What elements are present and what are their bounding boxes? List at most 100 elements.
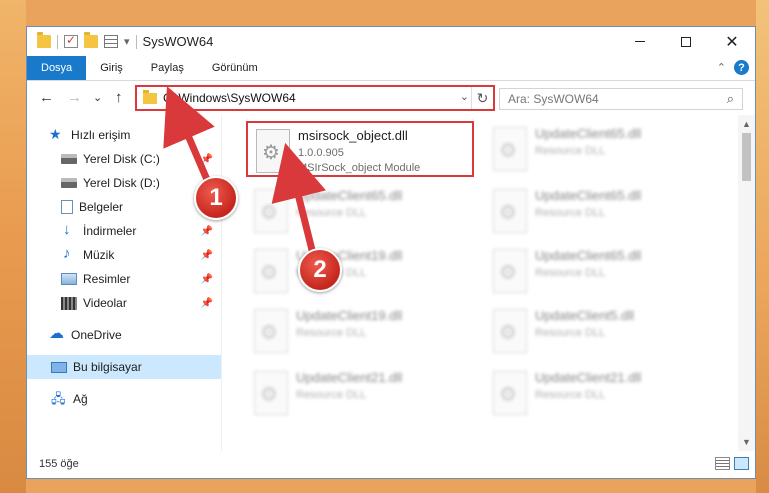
file-tile[interactable]: UpdateClient21.dll Resource DLL bbox=[485, 365, 713, 421]
tab-home[interactable]: Giriş bbox=[86, 56, 137, 80]
nav-item-local-disk-c[interactable]: Yerel Disk (C:) 📌 bbox=[27, 147, 221, 171]
maximize-icon bbox=[681, 36, 691, 47]
file-name: msirsock_object.dll bbox=[298, 128, 408, 143]
address-path: C:\Windows\SysWOW64 bbox=[163, 91, 296, 105]
ribbon-tabs: Dosya Giriş Paylaş Görünüm ⌃ ? bbox=[27, 56, 755, 81]
refresh-icon[interactable]: ↻ bbox=[471, 87, 493, 109]
file-name: UpdateClient65.dll bbox=[535, 126, 642, 141]
close-button[interactable]: ✕ bbox=[709, 27, 755, 56]
nav-label: Belgeler bbox=[79, 200, 124, 214]
minimize-icon bbox=[635, 41, 645, 42]
nav-item-documents[interactable]: Belgeler 📌 bbox=[27, 195, 221, 219]
nav-label: Videolar bbox=[83, 296, 127, 310]
file-tile[interactable]: UpdateClient19.dll Resource DLL bbox=[246, 303, 474, 359]
desktop-background-left bbox=[0, 0, 26, 493]
nav-label: Hızlı erişim bbox=[71, 128, 131, 142]
file-type: Resource DLL bbox=[535, 207, 606, 219]
properties-check-icon[interactable] bbox=[64, 33, 78, 48]
dll-file-icon bbox=[493, 189, 527, 233]
music-icon bbox=[61, 245, 77, 262]
file-tile[interactable]: UpdateClient65.dll Resource DLL bbox=[485, 183, 713, 239]
maximize-button[interactable] bbox=[663, 27, 709, 56]
file-type: Resource DLL bbox=[296, 207, 367, 219]
cloud-icon bbox=[49, 324, 65, 342]
search-icon[interactable]: ⌕ bbox=[727, 91, 734, 107]
nav-label: İndirmeler bbox=[83, 224, 137, 238]
desktop-background-right bbox=[756, 0, 769, 493]
customize-toolbar-icon[interactable] bbox=[104, 35, 118, 48]
dll-file-icon bbox=[254, 189, 288, 233]
search-input[interactable]: Ara: SysWOW64 ⌕ bbox=[499, 88, 743, 110]
tab-file[interactable]: Dosya bbox=[27, 56, 87, 80]
separator bbox=[57, 34, 58, 49]
nav-item-network[interactable]: Ağ bbox=[27, 387, 221, 412]
file-tile[interactable]: UpdateClient19.dll Resource DLL bbox=[246, 243, 474, 299]
tab-share[interactable]: Paylaş bbox=[137, 56, 198, 80]
videos-icon bbox=[61, 296, 77, 310]
nav-item-videos[interactable]: Videolar 📌 bbox=[27, 291, 221, 315]
file-name: UpdateClient65.dll bbox=[535, 188, 642, 203]
forward-arrow-icon[interactable]: → bbox=[67, 89, 82, 106]
download-icon bbox=[61, 221, 77, 238]
navigation-pane: Hızlı erişim Yerel Disk (C:) 📌 Yerel Dis… bbox=[27, 115, 222, 451]
annotation-badge-2: 2 bbox=[298, 248, 342, 292]
nav-item-this-pc[interactable]: Bu bilgisayar bbox=[27, 355, 221, 379]
file-tile[interactable]: UpdateClient21.dll Resource DLL bbox=[246, 365, 474, 421]
file-tile[interactable]: UpdateClient5.dll Resource DLL bbox=[485, 303, 713, 359]
minimize-button[interactable] bbox=[617, 27, 663, 56]
file-tile-msirsock[interactable]: msirsock_object.dll 1.0.0.905 MSIrSock_o… bbox=[246, 121, 474, 177]
file-type: Resource DLL bbox=[535, 267, 606, 279]
document-icon bbox=[61, 200, 73, 214]
nav-item-onedrive[interactable]: OneDrive bbox=[27, 323, 221, 347]
vertical-scrollbar[interactable]: ▲ ▼ bbox=[738, 115, 755, 451]
nav-item-downloads[interactable]: İndirmeler 📌 bbox=[27, 219, 221, 243]
scroll-down-icon[interactable]: ▼ bbox=[742, 437, 751, 447]
back-arrow-icon[interactable]: ← bbox=[39, 89, 54, 106]
tab-view[interactable]: Görünüm bbox=[198, 56, 272, 80]
up-arrow-icon[interactable]: ↑ bbox=[115, 89, 123, 106]
file-tile[interactable]: UpdateClient65.dll Resource DLL bbox=[246, 183, 474, 239]
view-switcher bbox=[715, 457, 749, 470]
dll-file-icon bbox=[493, 371, 527, 415]
new-folder-icon[interactable] bbox=[84, 32, 98, 48]
pin-icon: 📌 bbox=[200, 249, 213, 261]
file-type: Resource DLL bbox=[535, 327, 606, 339]
annotation-badge-1: 1 bbox=[194, 176, 238, 220]
details-view-icon[interactable] bbox=[715, 457, 730, 470]
file-type: Resource DLL bbox=[296, 389, 367, 401]
scroll-thumb[interactable] bbox=[742, 133, 751, 181]
disk-icon bbox=[61, 154, 77, 164]
separator bbox=[135, 34, 137, 49]
address-dropdown-icon[interactable]: ⌄ bbox=[460, 90, 469, 103]
file-name: UpdateClient65.dll bbox=[296, 188, 403, 203]
file-name: UpdateClient21.dll bbox=[296, 370, 403, 385]
large-icons-view-icon[interactable] bbox=[734, 457, 749, 470]
file-tile[interactable]: UpdateClient65.dll Resource DLL bbox=[485, 121, 713, 177]
ribbon-collapse-icon[interactable]: ⌃ bbox=[717, 61, 726, 74]
toolbar-dropdown-icon[interactable]: ▾ bbox=[124, 35, 130, 48]
status-bar: 155 öğe bbox=[27, 450, 755, 478]
network-icon bbox=[51, 390, 67, 412]
nav-item-local-disk-d[interactable]: Yerel Disk (D:) bbox=[27, 171, 221, 195]
file-type: Resource DLL bbox=[535, 145, 606, 157]
explorer-body: Hızlı erişim Yerel Disk (C:) 📌 Yerel Dis… bbox=[27, 115, 755, 451]
dll-file-icon bbox=[493, 249, 527, 293]
pin-icon: 📌 bbox=[200, 273, 213, 285]
window-controls: ✕ bbox=[617, 27, 755, 56]
folder-icon bbox=[143, 89, 157, 104]
address-row: ← → ⌄ ↑ C:\Windows\SysWOW64 ⌄ ↻ Ara: Sys… bbox=[27, 81, 755, 115]
help-icon[interactable]: ? bbox=[734, 60, 749, 75]
dll-file-icon bbox=[254, 249, 288, 293]
file-version: 1.0.0.905 bbox=[298, 147, 344, 159]
file-tile[interactable]: UpdateClient65.dll Resource DLL bbox=[485, 243, 713, 299]
nav-label: Yerel Disk (D:) bbox=[83, 176, 160, 190]
scroll-up-icon[interactable]: ▲ bbox=[742, 119, 751, 129]
address-bar[interactable]: C:\Windows\SysWOW64 ⌄ ↻ bbox=[135, 85, 495, 111]
file-name: UpdateClient21.dll bbox=[535, 370, 642, 385]
nav-item-quick-access[interactable]: Hızlı erişim bbox=[27, 123, 221, 147]
recent-locations-icon[interactable]: ⌄ bbox=[93, 91, 102, 104]
nav-label: Ağ bbox=[73, 392, 88, 406]
nav-item-music[interactable]: Müzik 📌 bbox=[27, 243, 221, 267]
dll-file-icon bbox=[254, 371, 288, 415]
nav-item-pictures[interactable]: Resimler 📌 bbox=[27, 267, 221, 291]
